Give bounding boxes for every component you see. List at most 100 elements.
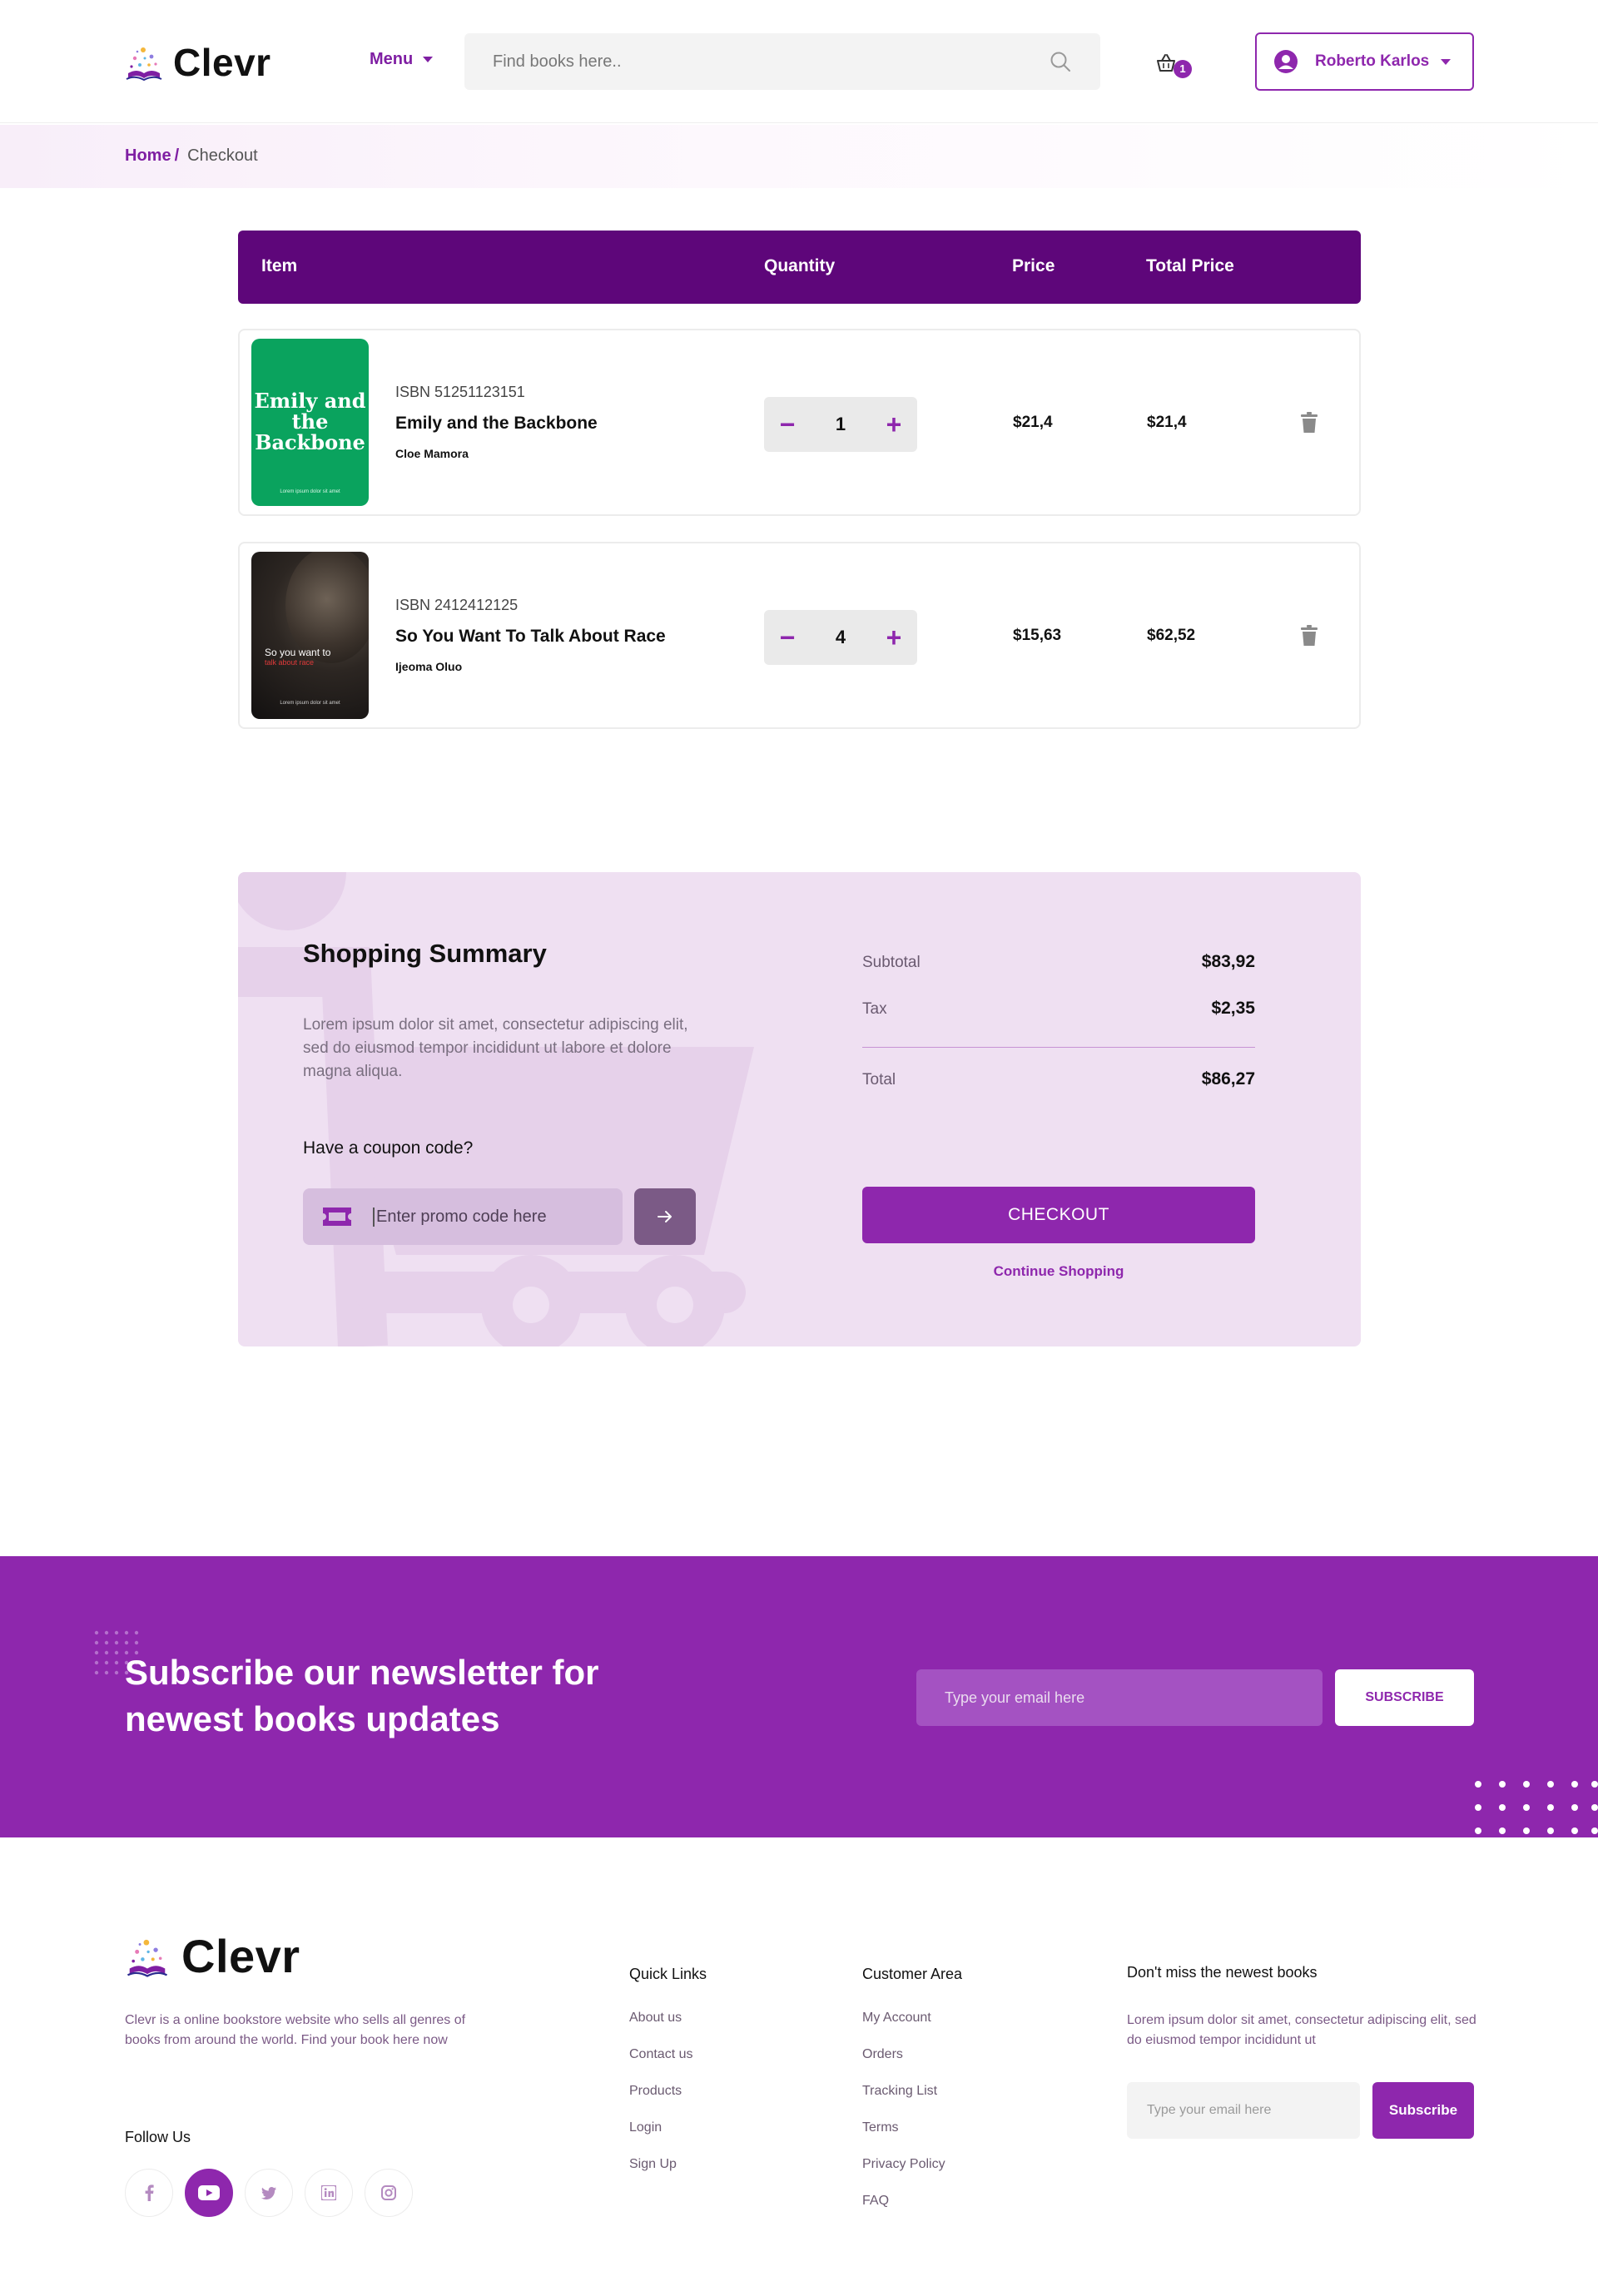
summary-description: Lorem ipsum dolor sit amet, consectetur …: [303, 1016, 688, 1080]
total-value: $86,27: [1201, 1069, 1255, 1088]
subtotal-value: $83,92: [1201, 952, 1255, 971]
book-isbn: ISBN 2412412125: [395, 597, 519, 613]
breadcrumb-home-link[interactable]: Home: [125, 146, 171, 166]
caret-down-icon: [423, 57, 434, 62]
newsletter-title: Subscribe our newsletter for newest book…: [125, 1653, 599, 1738]
quantity-stepper: − 1 +: [764, 397, 917, 452]
book-cover-title: So you want to: [265, 647, 331, 658]
user-avatar-icon: [1274, 50, 1298, 73]
trash-icon[interactable]: [1300, 412, 1318, 434]
footer-newsletter-description: Lorem ipsum dolor sit amet, consectetur …: [1127, 2013, 1476, 2047]
book-cover[interactable]: So you want to talk about race Lorem ips…: [251, 552, 369, 719]
decrease-quantity-button[interactable]: −: [764, 610, 811, 665]
quantity-value[interactable]: 1: [811, 397, 871, 452]
increase-quantity-button[interactable]: +: [871, 610, 917, 665]
footer-email-input[interactable]: [1127, 2082, 1360, 2139]
book-isbn: ISBN 51251123151: [395, 384, 525, 400]
cart-button[interactable]: 1: [1155, 48, 1192, 82]
column-header-total-price: Total Price: [1146, 256, 1234, 275]
line-total-price: $21,4: [1147, 414, 1187, 431]
footer-link-tracking-list[interactable]: Tracking List: [862, 2084, 937, 2099]
user-name: Roberto Karlos: [1315, 52, 1430, 70]
breadcrumb-separator: /: [174, 146, 180, 165]
book-title[interactable]: So You Want To Talk About Race: [395, 627, 666, 647]
logo-book-icon: [127, 1939, 168, 1977]
promo-code-input[interactable]: [373, 1207, 623, 1227]
newsletter-email-input[interactable]: [916, 1669, 1323, 1726]
total-label: Total: [862, 1071, 896, 1088]
footer-link-privacy-policy[interactable]: Privacy Policy: [862, 2157, 945, 2172]
instagram-link[interactable]: [365, 2169, 413, 2217]
unit-price: $15,63: [1013, 627, 1062, 644]
linkedin-link[interactable]: [305, 2169, 353, 2217]
breadcrumb: Home / Checkout: [125, 146, 258, 166]
footer-logo[interactable]: Clevr: [125, 1929, 300, 1983]
footer-link-terms[interactable]: Terms: [862, 2120, 899, 2135]
footer-link-orders[interactable]: Orders: [862, 2047, 903, 2062]
summary-divider: [862, 1047, 1255, 1048]
customer-area-title: Customer Area: [862, 1966, 963, 1982]
book-title[interactable]: Emily and the Backbone: [395, 414, 598, 434]
continue-shopping-link[interactable]: Continue Shopping: [862, 1263, 1255, 1280]
logo-text: Clevr: [181, 1930, 300, 1982]
total-row: Total $86,27: [862, 1069, 1255, 1089]
logo-book-icon: [126, 47, 162, 82]
youtube-link[interactable]: [185, 2169, 233, 2217]
tax-row: Tax $2,35: [862, 999, 1255, 1019]
menu-dropdown-button[interactable]: Menu: [370, 50, 434, 69]
footer-subscribe-button[interactable]: Subscribe: [1372, 2082, 1474, 2139]
quantity-value[interactable]: 4: [811, 610, 871, 665]
breadcrumb-bar: Home / Checkout: [0, 125, 1598, 188]
book-author: Ijeoma Oluo: [395, 660, 463, 673]
increase-quantity-button[interactable]: +: [871, 397, 917, 452]
user-account-button[interactable]: Roberto Karlos: [1255, 32, 1474, 91]
cart-count-badge: 1: [1174, 60, 1192, 78]
book-cover-title-accent: talk about race: [265, 658, 315, 667]
minus-icon: −: [779, 622, 796, 652]
twitter-link[interactable]: [245, 2169, 293, 2217]
unit-price: $21,4: [1013, 414, 1053, 431]
logo[interactable]: Clevr: [125, 40, 271, 85]
subtotal-label: Subtotal: [862, 954, 921, 971]
book-cover-title: Emily and the Backbone: [254, 389, 366, 454]
decrease-quantity-button[interactable]: −: [764, 397, 811, 452]
footer-link-about-us[interactable]: About us: [629, 2011, 682, 2026]
footer-link-login[interactable]: Login: [629, 2120, 662, 2135]
subtotal-row: Subtotal $83,92: [862, 952, 1255, 972]
facebook-link[interactable]: [125, 2169, 173, 2217]
footer-link-products[interactable]: Products: [629, 2084, 682, 2099]
twitter-icon: [261, 2186, 276, 2199]
promo-code-field: [303, 1188, 623, 1245]
ticket-icon: [323, 1208, 351, 1226]
linkedin-icon: [321, 2185, 336, 2200]
quick-links-title: Quick Links: [629, 1966, 707, 1982]
newsletter-section: Subscribe our newsletter for newest book…: [0, 1556, 1598, 1837]
cart-row: So you want to talk about race Lorem ips…: [238, 542, 1361, 729]
instagram-icon: [381, 2185, 396, 2200]
footer-link-faq[interactable]: FAQ: [862, 2194, 889, 2209]
column-header-price: Price: [1012, 256, 1055, 275]
coupon-label: Have a coupon code?: [303, 1138, 474, 1158]
trash-icon[interactable]: [1300, 625, 1318, 647]
logo-text: Clevr: [173, 41, 271, 84]
newsletter-subscribe-button[interactable]: SUBSCRIBE: [1335, 1669, 1474, 1726]
search-icon[interactable]: [1049, 50, 1072, 73]
breadcrumb-current: Checkout: [187, 146, 258, 165]
plus-icon: +: [886, 409, 902, 439]
dot-pattern-decoration: [1475, 1781, 1598, 1834]
follow-us-label: Follow Us: [125, 2129, 191, 2145]
footer-link-sign-up[interactable]: Sign Up: [629, 2157, 677, 2172]
checkout-button[interactable]: CHECKOUT: [862, 1187, 1255, 1243]
facebook-icon: [145, 2184, 154, 2201]
caret-down-icon: [1441, 58, 1452, 65]
column-header-item: Item: [261, 256, 298, 275]
shopping-summary-panel: Shopping Summary Lorem ipsum dolor sit a…: [238, 872, 1361, 1346]
book-cover[interactable]: Emily and the Backbone Lorem ipsum dolor…: [251, 339, 369, 506]
footer-link-my-account[interactable]: My Account: [862, 2011, 931, 2026]
cart-table-header: Item Quantity Price Total Price: [238, 231, 1361, 304]
quantity-stepper: − 4 +: [764, 610, 917, 665]
apply-promo-button[interactable]: [634, 1188, 696, 1245]
footer-link-contact-us[interactable]: Contact us: [629, 2047, 692, 2062]
book-author: Cloe Mamora: [395, 447, 469, 460]
search-input[interactable]: [493, 52, 1049, 72]
